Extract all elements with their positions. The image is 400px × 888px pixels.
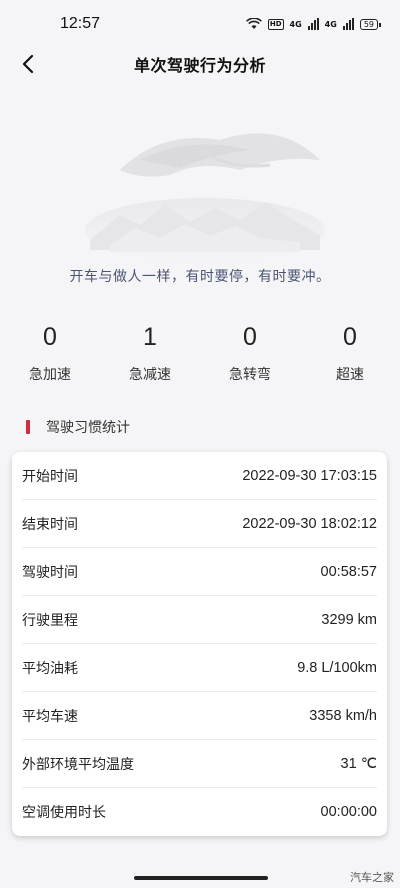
status-icons: HD 4G 4G 59 — [245, 18, 382, 30]
status-time: 12:57 — [60, 15, 101, 32]
status-bar: 12:57 HD 4G 4G 59 — [0, 0, 400, 48]
detail-label: 空调使用时长 — [22, 805, 106, 821]
detail-value: 3299 km — [321, 611, 377, 628]
stat-speeding: 0 超速 — [300, 320, 400, 384]
driving-habits-card: 开始时间 2022-09-30 17:03:15 结束时间 2022-09-30… — [12, 452, 387, 836]
section-header: 驾驶习惯统计 — [26, 416, 130, 438]
detail-label: 开始时间 — [22, 468, 78, 485]
page-title: 单次驾驶行为分析 — [133, 56, 266, 75]
detail-row-driving-time: 驾驶时间 00:58:57 — [22, 548, 377, 596]
stat-label: 超速 — [336, 367, 364, 383]
stat-value: 0 — [243, 323, 257, 351]
detail-value: 2022-09-30 18:02:12 — [242, 515, 377, 532]
detail-row-mileage: 行驶里程 3299 km — [22, 596, 377, 644]
detail-row-average-speed: 平均车速 3358 km/h — [22, 692, 377, 740]
detail-row-ac-duration: 空调使用时长 00:00:00 — [22, 788, 377, 836]
section-accent-bar — [26, 420, 30, 434]
detail-label: 行驶里程 — [22, 612, 78, 629]
signal-icon-1 — [307, 18, 319, 30]
detail-value: 9.8 L/100km — [297, 659, 377, 676]
battery-icon: 59 — [359, 18, 382, 30]
detail-label: 平均车速 — [22, 708, 78, 725]
stat-value: 1 — [143, 323, 157, 351]
stat-sharp-turn: 0 急转弯 — [200, 320, 300, 384]
stat-hard-braking: 1 急减速 — [100, 320, 200, 384]
detail-label: 外部环境平均温度 — [22, 756, 134, 773]
stat-label: 急加速 — [29, 367, 71, 383]
chevron-left-icon — [22, 54, 34, 74]
detail-label: 平均油耗 — [22, 660, 78, 677]
detail-row-end-time: 结束时间 2022-09-30 18:02:12 — [22, 500, 377, 548]
nav-bar: 单次驾驶行为分析 — [0, 44, 400, 84]
stat-value: 0 — [343, 323, 357, 351]
back-button[interactable] — [14, 50, 42, 78]
detail-value: 3358 km/h — [309, 707, 377, 724]
hd-icon: HD — [267, 18, 284, 30]
detail-value: 31 ℃ — [340, 755, 377, 772]
stat-hard-acceleration: 0 急加速 — [0, 320, 100, 384]
signal-icon-2 — [342, 18, 354, 30]
detail-row-fuel-consumption: 平均油耗 9.8 L/100km — [22, 644, 377, 692]
watermark: 汽车之家 — [350, 871, 394, 884]
stat-value: 0 — [43, 323, 57, 351]
section-title: 驾驶习惯统计 — [46, 420, 130, 436]
landscape-illustration — [85, 133, 325, 262]
detail-row-outside-temperature: 外部环境平均温度 31 ℃ — [22, 740, 377, 788]
wifi-icon — [245, 18, 262, 29]
detail-value: 2022-09-30 17:03:15 — [242, 467, 377, 484]
detail-value: 00:00:00 — [320, 804, 377, 820]
detail-label: 结束时间 — [22, 516, 78, 533]
detail-value: 00:58:57 — [320, 563, 377, 580]
stat-label: 急减速 — [129, 367, 171, 383]
network-type-1: 4G — [289, 19, 302, 29]
driving-events-stats: 0 急加速 1 急减速 0 急转弯 0 超速 — [0, 320, 400, 384]
slogan-text: 开车与做人一样，有时要停，有时要冲。 — [69, 269, 331, 285]
detail-label: 驾驶时间 — [22, 564, 78, 581]
detail-row-start-time: 开始时间 2022-09-30 17:03:15 — [22, 452, 377, 500]
network-type-2: 4G — [324, 19, 337, 29]
stat-label: 急转弯 — [229, 367, 271, 383]
home-indicator[interactable] — [134, 876, 268, 880]
